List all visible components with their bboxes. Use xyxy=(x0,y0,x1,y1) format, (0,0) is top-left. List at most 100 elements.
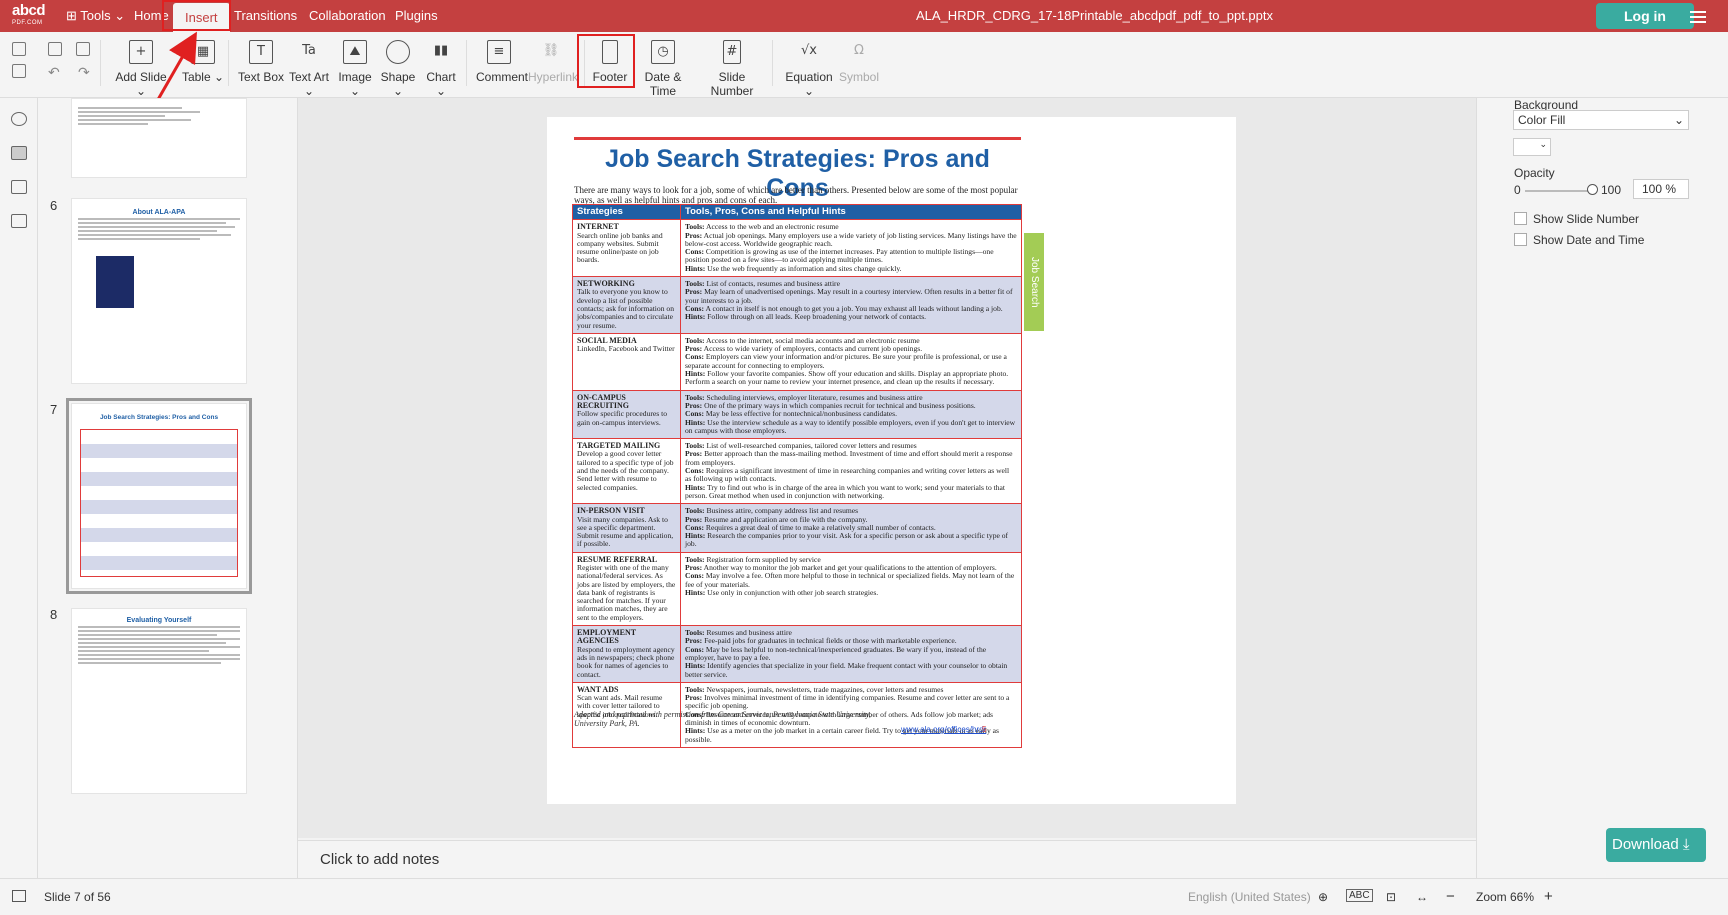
detail-label: Hints: xyxy=(685,312,706,322)
slide-thumbnails-panel: 6 About ALA-APA 7 Job Search Strategies:… xyxy=(38,98,298,878)
detail-text: Actual job openings. Many employers use … xyxy=(685,230,1017,248)
detail-text: May be less helpful to non-technical/ine… xyxy=(685,644,987,662)
symbol-button[interactable]: Ω Symbol xyxy=(838,40,880,84)
slide-thumb-7[interactable]: Job Search Strategies: Pros and Cons xyxy=(66,398,252,594)
equation-button[interactable]: √x Equation ⌄ xyxy=(780,40,838,98)
tab-transitions[interactable]: Transitions xyxy=(234,0,297,32)
tab-collaboration[interactable]: Collaboration xyxy=(309,0,386,32)
notes-area[interactable]: Click to add notes xyxy=(298,840,1476,878)
opacity-slider[interactable] xyxy=(1525,190,1591,192)
show-slide-number-checkbox[interactable] xyxy=(1514,212,1527,225)
zoom-out-icon[interactable]: − xyxy=(1446,888,1455,905)
detail-cons: Cons: May involve a fee. Often more help… xyxy=(685,572,1017,589)
symbol-label: Symbol xyxy=(838,70,879,84)
globe-icon[interactable]: ⊕ xyxy=(1318,890,1328,904)
tools-menu[interactable]: ⊞ Tools ⌄ xyxy=(66,8,125,24)
strategy-name: EMPLOYMENT AGENCIES xyxy=(577,628,636,646)
show-date-time-checkbox[interactable] xyxy=(1514,233,1527,246)
zoom-level[interactable]: Zoom 66% xyxy=(1476,890,1534,904)
add-slide-button[interactable]: + Add Slide ⌄ xyxy=(112,40,170,98)
strategy-cell: TARGETED MAILING Develop a good cover let… xyxy=(572,438,681,505)
details-cell: Tools: Business attire, company address … xyxy=(680,503,1022,553)
save-icon[interactable] xyxy=(12,64,26,78)
detail-hints: Hints: Use the interview schedule as a w… xyxy=(685,418,1017,436)
table-header-tools: Tools, Pros, Cons and Helpful Hints xyxy=(680,203,1022,221)
tab-plugins[interactable]: Plugins xyxy=(395,0,438,32)
slide-canvas[interactable]: Job Search Strategies: Pros and Cons The… xyxy=(298,98,1476,838)
table-button[interactable]: ▦ Table ⌄ xyxy=(180,40,226,84)
show-date-time-label: Show Date and Time xyxy=(1533,233,1645,247)
table-row[interactable]: RESUME REFERRAL Register with one of the … xyxy=(572,551,1022,627)
print-icon[interactable] xyxy=(12,42,26,56)
login-button[interactable]: Log in xyxy=(1596,3,1694,29)
hamburger-menu-icon[interactable] xyxy=(1690,8,1706,26)
detail-hints: Hints: Try to find out who is in charge … xyxy=(685,483,1017,501)
text-box-button[interactable]: T Text Box xyxy=(236,40,286,84)
paste-icon[interactable] xyxy=(76,42,90,56)
details-cell: Tools: Scheduling interviews, employer l… xyxy=(680,389,1022,440)
table-row[interactable]: EMPLOYMENT AGENCIES Respond to employment… xyxy=(572,625,1022,683)
document-title: ALA_HRDR_CDRG_17-18Printable_abcdpdf_pdf… xyxy=(916,8,1273,23)
chart-label: Chart xyxy=(426,70,456,84)
strategy-cell: IN-PERSON VISIT Visit many companies. Ask… xyxy=(572,503,681,553)
details-cell: Tools: Access to the internet, social me… xyxy=(680,332,1022,391)
table-row[interactable]: SOCIAL MEDIA LinkedIn, Facebook and Twitt… xyxy=(572,332,1022,391)
search-icon[interactable] xyxy=(11,112,27,126)
hyperlink-button[interactable]: ⛓ Hyperlink xyxy=(528,40,578,84)
strategy-desc: LinkedIn, Facebook and Twitter xyxy=(577,344,675,354)
slide-thumb-6[interactable]: About ALA-APA xyxy=(71,198,247,384)
current-slide[interactable]: Job Search Strategies: Pros and Cons The… xyxy=(547,117,1236,804)
text-art-button[interactable]: Ta Text Art ⌄ xyxy=(284,40,334,98)
color-picker[interactable]: ⌄ xyxy=(1513,138,1551,156)
opacity-input[interactable]: 100 % xyxy=(1633,179,1689,199)
equation-label: Equation xyxy=(785,70,833,84)
comment-icon: ≡ xyxy=(487,40,511,64)
chat-icon[interactable] xyxy=(11,214,27,228)
table-row[interactable]: IN-PERSON VISIT Visit many companies. Ask… xyxy=(572,503,1022,553)
detail-hints: Hints: Research the companies prior to y… xyxy=(685,531,1017,549)
redo-icon[interactable]: ↷ xyxy=(78,64,90,81)
table-row[interactable]: TARGETED MAILING Develop a good cover let… xyxy=(572,438,1022,505)
slide-thumb-5[interactable] xyxy=(71,98,247,178)
download-button[interactable]: Download ⤓ xyxy=(1606,828,1706,862)
detail-text: Follow through on all leads. Keep broade… xyxy=(707,312,927,322)
comment-button[interactable]: ≡ Comment xyxy=(476,40,528,84)
chart-button[interactable]: ▮▮ Chart ⌄ xyxy=(422,40,460,98)
image-button[interactable]: ⛰ Image ⌄ xyxy=(334,40,376,98)
shape-button[interactable]: Shape ⌄ xyxy=(378,40,418,98)
table-row[interactable]: NETWORKING Talk to everyone you know to d… xyxy=(572,276,1022,334)
slide-intro[interactable]: There are many ways to look for a job, s… xyxy=(574,185,1021,205)
zoom-in-icon[interactable]: + xyxy=(1544,888,1553,905)
spellcheck-icon[interactable]: ABC xyxy=(1346,889,1373,902)
slide-thumb-8[interactable]: Evaluating Yourself xyxy=(71,608,247,794)
strategies-table[interactable]: Strategies Tools, Pros, Cons and Helpful … xyxy=(572,203,1022,748)
slide-number-button[interactable]: # Slide Number xyxy=(700,40,764,98)
slides-icon[interactable] xyxy=(11,146,27,160)
slide-number-label: Slide Number xyxy=(710,70,754,98)
detail-pros: Pros: May learn of unadvertised openings… xyxy=(685,288,1017,305)
opacity-label: Opacity xyxy=(1514,166,1555,180)
undo-icon[interactable]: ↶ xyxy=(48,64,60,81)
table-row[interactable]: INTERNET Search online job banks and comp… xyxy=(572,219,1022,278)
detail-text: May learn of unadvertised openings. May … xyxy=(685,287,1013,305)
fill-type-select[interactable]: Color Fill ⌄ xyxy=(1513,110,1689,130)
app-logo[interactable]: abcd PDF.COM xyxy=(12,3,46,30)
slide-page-number: 5 xyxy=(982,725,987,734)
table-row[interactable]: ON-CAMPUS RECRUITING Follow specific proc… xyxy=(572,389,1022,440)
fit-width-icon[interactable]: ↔ xyxy=(1416,890,1428,904)
detail-text: Competition is growing as use of the int… xyxy=(685,247,994,265)
strategy-desc: Follow specific procedures to gain on-ca… xyxy=(577,409,668,427)
add-slide-icon: + xyxy=(129,40,153,64)
play-slideshow-icon[interactable] xyxy=(12,890,26,902)
fit-slide-icon[interactable]: ⊡ xyxy=(1386,890,1396,904)
title-rule xyxy=(574,137,1021,140)
strategy-cell: SOCIAL MEDIA LinkedIn, Facebook and Twitt… xyxy=(572,332,681,391)
slide-url-link[interactable]: www.ala.org/offices/hrdr xyxy=(901,725,986,734)
opacity-slider-handle[interactable] xyxy=(1587,184,1598,195)
copy-icon[interactable] xyxy=(48,42,62,56)
comments-icon[interactable] xyxy=(11,180,27,194)
thumb-6-image xyxy=(96,256,134,308)
language-select[interactable]: English (United States) xyxy=(1188,890,1311,904)
slide-number-6: 6 xyxy=(50,198,58,213)
date-time-button[interactable]: ◷ Date & Time xyxy=(634,40,692,98)
